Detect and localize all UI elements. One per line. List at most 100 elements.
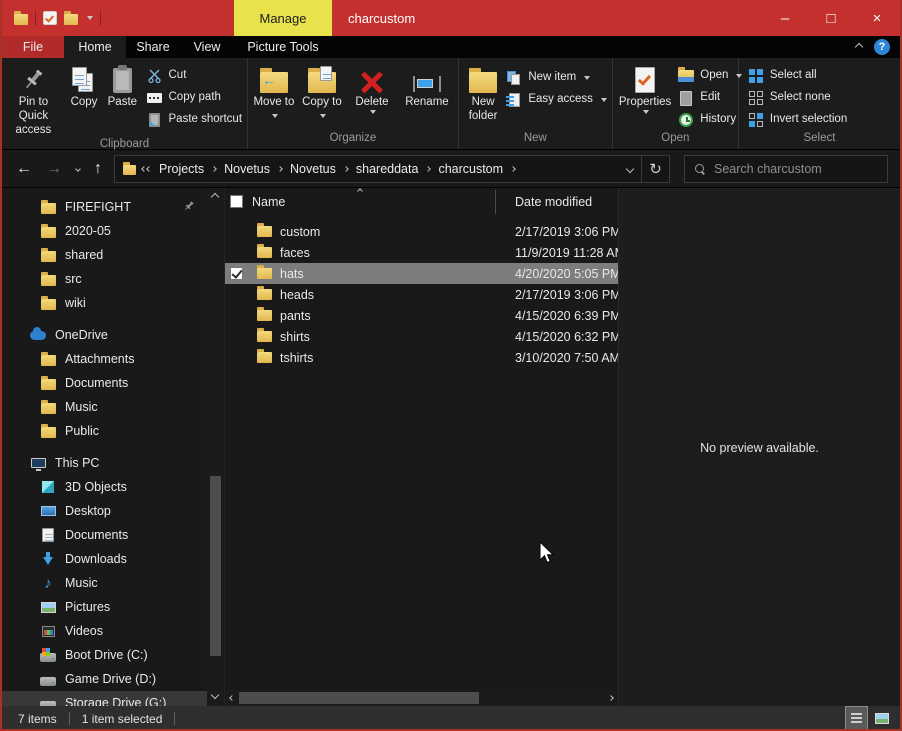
sidebar-item-videos[interactable]: Videos — [2, 619, 207, 643]
sidebar-scrollbar[interactable] — [207, 188, 224, 706]
breadcrumb-overflow-icon[interactable] — [142, 167, 151, 171]
sidebar-item-desktop[interactable]: Desktop — [2, 499, 207, 523]
rename-button[interactable]: Rename — [399, 63, 455, 111]
breadcrumb-segment[interactable]: Projects — [157, 162, 206, 176]
minimize-button[interactable]: – — [762, 0, 808, 36]
tab-picture-tools[interactable]: Picture Tools — [234, 36, 332, 58]
sidebar-item-storage-drive[interactable]: Storage Drive (G:) — [2, 691, 207, 706]
sidebar-item-onedrive[interactable]: OneDrive — [2, 323, 207, 347]
easy-access-button[interactable]: Easy access — [501, 89, 612, 111]
up-button[interactable]: ↑ — [94, 160, 102, 178]
scroll-down-icon[interactable] — [211, 691, 219, 699]
sidebar-item-pictures[interactable]: Pictures — [2, 595, 207, 619]
tab-file[interactable]: File — [2, 36, 64, 58]
folder-icon — [40, 376, 56, 390]
paste-button[interactable]: Paste — [103, 63, 141, 111]
file-row-hats[interactable]: hats 4/20/2020 5:05 PM — [225, 263, 618, 284]
breadcrumb-chevron-icon[interactable] — [426, 166, 432, 172]
copy-path-button[interactable]: Copy path — [142, 87, 248, 109]
history-button[interactable]: History — [673, 109, 747, 131]
breadcrumb-segment[interactable]: shareddata — [354, 162, 421, 176]
tab-share[interactable]: Share — [126, 36, 180, 58]
move-to-icon: ← — [260, 64, 288, 96]
copy-button[interactable]: Copy — [65, 63, 103, 111]
sidebar-item-boot-drive[interactable]: Boot Drive (C:) — [2, 643, 207, 667]
sidebar-item-game-drive[interactable]: Game Drive (D:) — [2, 667, 207, 691]
sidebar-item-public[interactable]: Public — [2, 419, 207, 443]
pin-to-quick-access-button[interactable]: Pin to Quick access — [2, 63, 65, 138]
sidebar-item-3d-objects[interactable]: 3D Objects — [2, 475, 207, 499]
sidebar-item-documents-onedrive[interactable]: Documents — [2, 371, 207, 395]
back-button[interactable]: ← — [16, 160, 32, 178]
file-row-shirts[interactable]: shirts 4/15/2020 6:32 PM — [225, 326, 618, 347]
folder-icon[interactable] — [14, 14, 28, 25]
horizontal-scrollbar[interactable] — [225, 690, 618, 706]
properties-button[interactable]: Properties — [617, 63, 673, 115]
sidebar-item-downloads[interactable]: Downloads — [2, 547, 207, 571]
recent-locations-icon[interactable] — [75, 166, 81, 172]
file-row-pants[interactable]: pants 4/15/2020 6:39 PM — [225, 305, 618, 326]
refresh-button[interactable]: ↻ — [642, 155, 670, 183]
tab-view[interactable]: View — [180, 36, 234, 58]
search-input[interactable] — [714, 162, 877, 176]
file-row-custom[interactable]: custom 2/17/2019 3:06 PM — [225, 221, 618, 242]
scroll-right-icon[interactable] — [608, 695, 614, 701]
file-row-tshirts[interactable]: tshirts 3/10/2020 7:50 AM — [225, 347, 618, 368]
file-row-heads[interactable]: heads 2/17/2019 3:06 PM — [225, 284, 618, 305]
qat-customize-icon[interactable] — [87, 16, 93, 20]
select-none-button[interactable]: Select none — [743, 87, 852, 109]
new-item-button[interactable]: New item — [501, 67, 612, 89]
file-row-faces[interactable]: faces 11/9/2019 11:28 AM — [225, 242, 618, 263]
large-icons-view-button[interactable] — [871, 707, 892, 729]
maximize-button[interactable]: □ — [808, 0, 854, 36]
column-header-date-modified[interactable]: Date modified — [505, 195, 592, 209]
contextual-ribbon-header-manage[interactable]: Manage — [234, 0, 332, 36]
column-divider[interactable] — [495, 190, 496, 214]
sidebar-item-2020-05[interactable]: 2020-05 — [2, 219, 207, 243]
sidebar-item-music[interactable]: ♪ Music — [2, 571, 207, 595]
address-dropdown-icon[interactable] — [626, 164, 634, 172]
sidebar-item-attachments[interactable]: Attachments — [2, 347, 207, 371]
search-box[interactable] — [684, 155, 888, 183]
sidebar-item-shared[interactable]: shared — [2, 243, 207, 267]
select-all-button[interactable]: Select all — [743, 65, 852, 87]
minimize-ribbon-icon[interactable] — [855, 43, 863, 51]
forward-button[interactable]: → — [46, 160, 62, 178]
new-folder-button[interactable]: New folder — [465, 63, 501, 125]
breadcrumb-chevron-icon[interactable] — [343, 166, 349, 172]
breadcrumb-chevron-icon[interactable] — [277, 166, 283, 172]
breadcrumb-chevron-icon[interactable] — [211, 166, 217, 172]
breadcrumb-segment[interactable]: Novetus — [222, 162, 272, 176]
delete-button[interactable]: Delete — [347, 63, 397, 115]
open-button[interactable]: Open — [673, 65, 747, 87]
details-view-button[interactable] — [846, 707, 867, 729]
sidebar-item-src[interactable]: src — [2, 267, 207, 291]
folder-icon[interactable] — [64, 14, 78, 25]
help-icon[interactable]: ? — [874, 39, 890, 55]
edit-button[interactable]: Edit — [673, 87, 747, 109]
sidebar-item-this-pc[interactable]: This PC — [2, 451, 207, 475]
tab-home[interactable]: Home — [64, 36, 126, 58]
cut-button[interactable]: Cut — [142, 65, 248, 87]
invert-selection-button[interactable]: Invert selection — [743, 109, 852, 131]
close-button[interactable]: × — [854, 0, 900, 36]
scroll-up-icon[interactable] — [211, 193, 219, 201]
scrollbar-thumb[interactable] — [239, 692, 479, 704]
row-checkbox[interactable] — [230, 267, 243, 280]
column-header-name[interactable]: Name — [225, 195, 505, 209]
scrollbar-thumb[interactable] — [210, 476, 221, 656]
breadcrumb-segment[interactable]: Novetus — [288, 162, 338, 176]
breadcrumb-chevron-icon[interactable] — [510, 166, 516, 172]
sidebar-item-wiki[interactable]: wiki — [2, 291, 207, 315]
move-to-button[interactable]: ← Move to — [251, 63, 297, 125]
sidebar-item-firefight[interactable]: FIREFIGHT — [2, 195, 207, 219]
paste-shortcut-button[interactable]: Paste shortcut — [142, 109, 248, 131]
select-all-checkbox[interactable] — [230, 195, 243, 208]
sidebar-item-music-onedrive[interactable]: Music — [2, 395, 207, 419]
sidebar-item-documents[interactable]: Documents — [2, 523, 207, 547]
scroll-left-icon[interactable] — [229, 695, 235, 701]
breadcrumb-segment[interactable]: charcustom — [436, 162, 505, 176]
copy-to-button[interactable]: Copy to — [299, 63, 345, 125]
properties-check-icon[interactable] — [43, 11, 57, 25]
address-bar[interactable]: Projects Novetus Novetus shareddata char… — [114, 155, 642, 183]
